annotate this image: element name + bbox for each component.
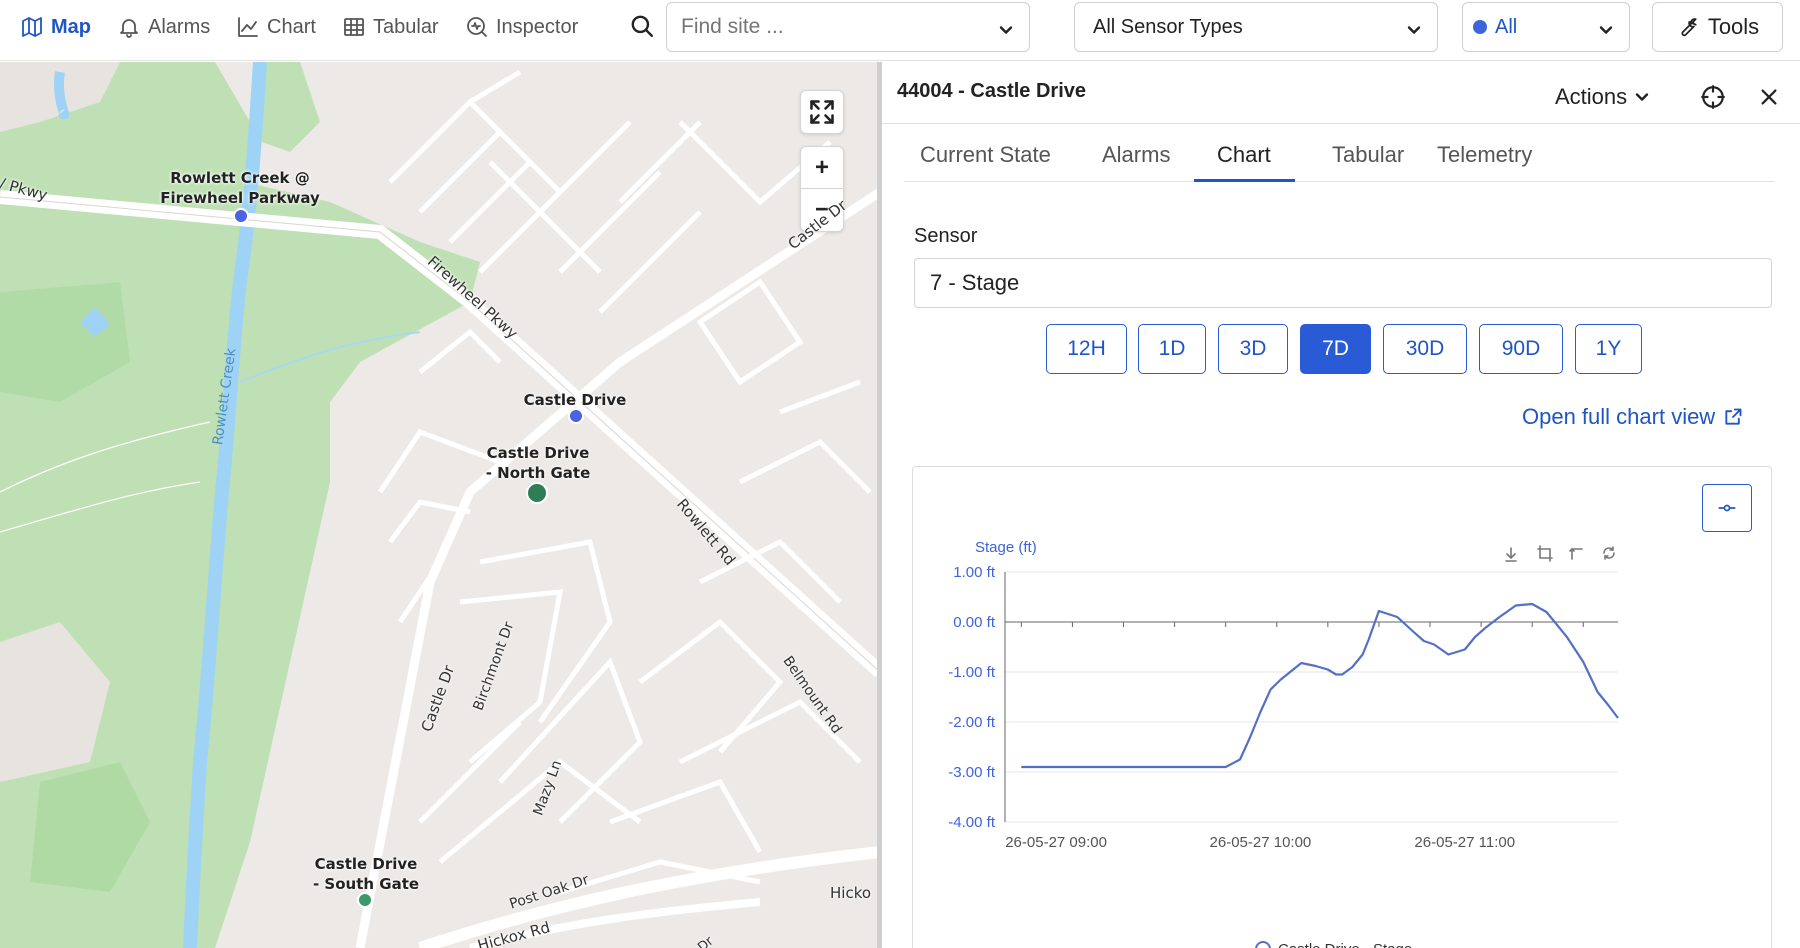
nav-chart-label: Chart <box>267 15 316 38</box>
search-icon[interactable] <box>629 13 655 39</box>
nav-inspector[interactable]: Inspector <box>465 12 578 42</box>
tab-telemetry[interactable]: Telemetry <box>1437 142 1532 168</box>
y-tick-label: -1.00 ft <box>948 664 996 681</box>
site-label: Castle Drive - South Gate <box>312 855 420 893</box>
tab-alarms[interactable]: Alarms <box>1102 142 1170 168</box>
sensor-value: 7 - Stage <box>930 270 1020 295</box>
status-dot <box>1473 20 1487 34</box>
sensor-select[interactable]: 7 - Stage <box>914 258 1772 308</box>
x-tick-label: 26-05-27 11:00 <box>1414 834 1515 851</box>
legend-label: Castle Drive - Stage <box>1278 941 1412 948</box>
chevron-down-icon <box>1407 20 1421 34</box>
range-button-1y[interactable]: 1Y <box>1575 324 1642 374</box>
range-button-7d[interactable]: 7D <box>1300 324 1371 374</box>
chevron-down-icon <box>1635 93 1649 101</box>
nav-chart[interactable]: Chart <box>236 12 316 42</box>
nav-inspector-label: Inspector <box>496 15 579 38</box>
chart-card: Stage (ft) 1.00 ft 0.00 ft -1.00 ft -2.00 ft… <box>912 466 1772 948</box>
tools-label: Tools <box>1707 14 1760 39</box>
x-tick-label: 26-05-27 09:00 <box>1005 834 1107 851</box>
table-icon <box>344 18 364 36</box>
tab-chart[interactable]: Chart <box>1217 142 1271 168</box>
zoom-select-icon[interactable] <box>1537 545 1553 562</box>
expand-icon <box>810 100 834 124</box>
status-select[interactable]: All <box>1462 2 1630 52</box>
range-button-3d[interactable]: 3D <box>1218 324 1288 374</box>
close-icon <box>1761 89 1777 105</box>
bell-icon <box>120 19 138 38</box>
range-button-12h[interactable]: 12H <box>1046 324 1127 374</box>
y-tick-label: 0.00 ft <box>953 614 996 631</box>
tabs-divider <box>904 181 1774 182</box>
site-marker-castle-drive-north-gate[interactable] <box>526 482 548 504</box>
site-label: Castle Drive <box>523 391 627 409</box>
legend-marker <box>1255 941 1271 948</box>
y-tick-label: -2.00 ft <box>948 714 996 731</box>
site-marker-rowlett-creek[interactable] <box>233 208 249 224</box>
y-tick-label: -4.00 ft <box>948 814 996 831</box>
site-detail-panel: 44004 - Castle Drive Actions Current Sta… <box>877 62 1800 948</box>
site-search-box[interactable] <box>666 2 1030 52</box>
restore-icon[interactable] <box>1603 546 1615 560</box>
site-marker-castle-drive-south-gate[interactable] <box>357 892 373 908</box>
sensor-label: Sensor <box>914 225 978 247</box>
series-line <box>1021 602 1619 769</box>
chevron-down-icon[interactable] <box>999 20 1013 34</box>
inspector-icon <box>467 17 487 37</box>
tab-current-state[interactable]: Current State <box>920 142 1051 168</box>
map-canvas[interactable] <box>0 62 877 948</box>
y-tick-label: -3.00 ft <box>948 764 996 781</box>
download-icon[interactable] <box>1505 547 1517 562</box>
panel-title: 44004 - Castle Drive <box>897 80 1087 102</box>
sensor-type-select[interactable]: All Sensor Types <box>1074 2 1438 52</box>
sensor-type-value: All Sensor Types <box>1093 15 1243 38</box>
line-chart-icon <box>238 17 258 37</box>
actions-label: Actions <box>1555 84 1628 109</box>
nav-map-label: Map <box>51 15 91 38</box>
panel-header: 44004 - Castle Drive Actions <box>882 62 1800 124</box>
tab-tabular[interactable]: Tabular <box>1332 142 1404 168</box>
nav-alarms[interactable]: Alarms <box>117 12 210 42</box>
crosshair-icon <box>1701 85 1725 109</box>
site-label: Rowlett Creek @ Firewheel Parkway <box>160 169 320 207</box>
wrench-icon <box>1681 18 1697 37</box>
y-tick-label: 1.00 ft <box>953 564 996 581</box>
locate-button[interactable] <box>1700 84 1726 110</box>
site-label: Castle Drive - North Gate <box>485 444 591 482</box>
nav-alarms-label: Alarms <box>148 15 211 38</box>
status-value: All <box>1495 15 1518 38</box>
site-map[interactable]: + − / Pkwy Firewheel Pkwy Rowlett Creek … <box>0 62 877 948</box>
nav-tabular-label: Tabular <box>373 15 439 38</box>
active-tab-indicator <box>1194 179 1295 182</box>
fullscreen-button[interactable] <box>800 90 844 134</box>
site-marker-castle-drive[interactable] <box>568 408 584 424</box>
actions-button[interactable]: Actions <box>1555 84 1649 110</box>
zoom-in-button[interactable]: + <box>800 147 844 190</box>
open-full-chart-label: Open full chart view <box>1522 404 1716 429</box>
range-button-90d[interactable]: 90D <box>1479 324 1563 374</box>
tools-button[interactable]: Tools <box>1652 2 1783 52</box>
nav-tabular[interactable]: Tabular <box>342 12 439 42</box>
range-button-30d[interactable]: 30D <box>1383 324 1467 374</box>
map-icon <box>22 17 42 37</box>
x-tick-label: 26-05-27 10:00 <box>1210 834 1312 851</box>
open-full-chart-link[interactable]: Open full chart view <box>1522 404 1743 430</box>
range-button-1d[interactable]: 1D <box>1138 324 1206 374</box>
stage-chart[interactable]: Stage (ft) 1.00 ft 0.00 ft -1.00 ft -2.00 ft… <box>913 467 1773 948</box>
search-input[interactable] <box>681 15 981 39</box>
close-button[interactable] <box>1758 86 1780 108</box>
external-link-icon <box>1725 408 1742 425</box>
zoom-reset-icon[interactable] <box>1569 547 1583 560</box>
top-toolbar: Map Alarms Chart Tabular Inspector All S… <box>0 0 1800 61</box>
y-axis-title: Stage (ft) <box>975 539 1037 556</box>
chevron-down-icon <box>1599 20 1613 34</box>
nav-map[interactable]: Map <box>20 12 91 42</box>
road-label: Hicko <box>830 884 872 902</box>
